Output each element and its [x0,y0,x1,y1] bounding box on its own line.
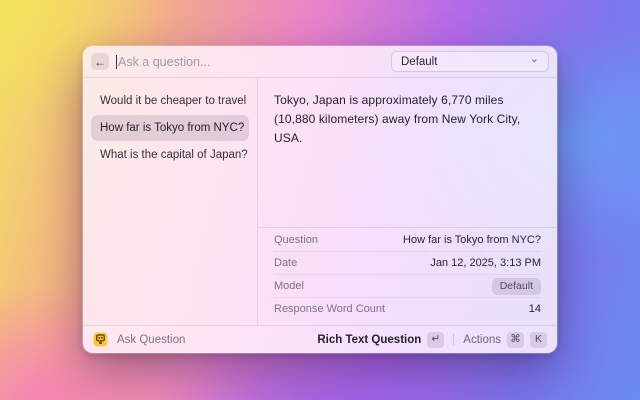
header: ← Default ⌄ [83,46,557,78]
list-item-question-2-selected[interactable]: How far is Tokyo from NYC? [91,115,249,141]
metadata-section: Question How far is Tokyo from NYC? Date… [258,227,557,325]
metadata-row-date: Date Jan 12, 2025, 3:13 PM [274,251,541,274]
detail-panel: Tokyo, Japan is approximately 6,770 mile… [258,78,557,325]
return-key-icon[interactable]: ↵ [427,332,444,348]
search-input[interactable] [118,46,391,77]
metadata-row-word-count: Response Word Count 14 [274,297,541,320]
text-cursor [116,55,117,69]
command-name: Ask Question [117,334,185,346]
metadata-row-model: Model Default [274,274,541,297]
model-dropdown-value: Default [401,56,437,68]
metadata-label: Response Word Count [274,303,385,315]
metadata-value: How far is Tokyo from NYC? [403,234,541,246]
metadata-label: Model [274,280,304,292]
metadata-label: Date [274,257,297,269]
metadata-row-question: Question How far is Tokyo from NYC? [274,228,541,251]
model-badge: Default [492,278,541,295]
back-arrow-icon: ← [94,56,106,68]
content-area: Would it be cheaper to travel to Euro...… [83,78,557,325]
footer-actions: Rich Text Question ↵ Actions ⌘ K [317,332,547,348]
chevron-down-icon: ⌄ [530,57,539,63]
footer-divider [453,334,454,345]
back-button[interactable]: ← [91,53,109,70]
list-item-question-1[interactable]: Would it be cheaper to travel to Euro... [91,88,249,114]
model-dropdown[interactable]: Default ⌄ [391,51,549,72]
metadata-value: Jan 12, 2025, 3:13 PM [430,257,541,269]
search-field-wrap [116,46,391,77]
command-key-icon[interactable]: ⌘ [507,332,524,348]
footer-bar: Ask Question Rich Text Question ↵ Action… [83,325,557,353]
actions-menu-button[interactable]: Actions [463,334,501,346]
primary-action-button[interactable]: Rich Text Question [317,334,421,346]
answer-text: Tokyo, Japan is approximately 6,770 mile… [258,78,557,227]
metadata-label: Question [274,234,318,246]
question-list: Would it be cheaper to travel to Euro...… [83,78,258,325]
raycast-window: ← Default ⌄ Would it be cheaper to trave… [83,46,557,353]
list-item-question-3[interactable]: What is the capital of Japan? [91,142,249,168]
k-key-icon[interactable]: K [530,332,547,348]
metadata-value: 14 [529,303,541,315]
ask-question-app-icon [93,332,108,347]
